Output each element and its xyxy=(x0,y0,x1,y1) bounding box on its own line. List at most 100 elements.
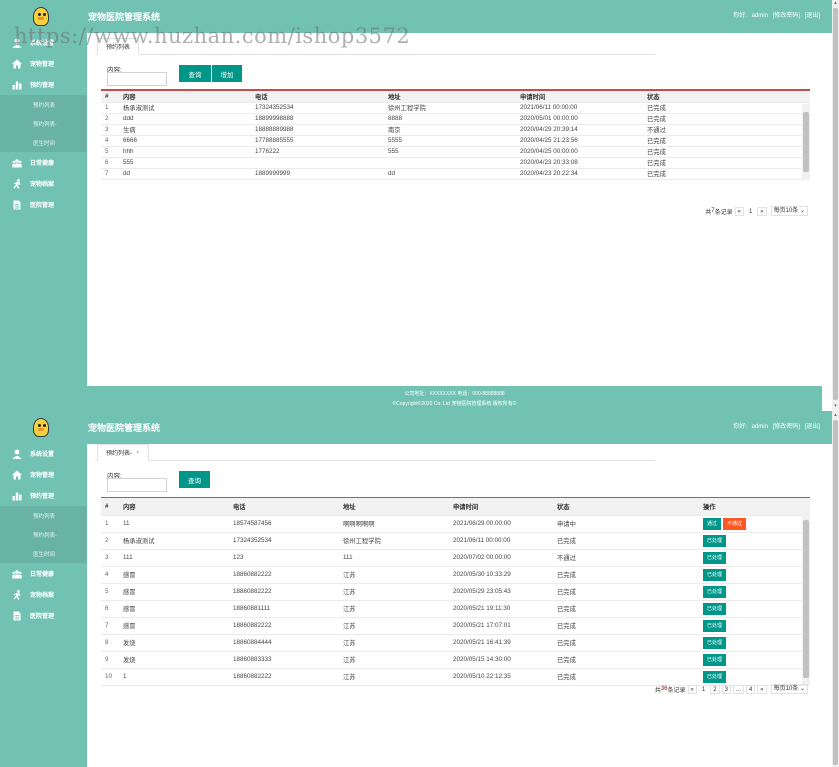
page-size-select[interactable]: 每页10条 ⌄ xyxy=(770,684,808,694)
sidebar-subitem-appointment-list[interactable]: 预约列表 xyxy=(0,95,87,114)
sidebar-item-system-settings[interactable]: 系统设置 xyxy=(0,443,87,464)
sidebar-item-pet-records[interactable]: 宠物档案 xyxy=(0,173,87,194)
processed-button[interactable]: 已处理 xyxy=(703,585,727,598)
processed-button[interactable]: 已处理 xyxy=(703,568,727,581)
sidebar-item-hospital-management[interactable]: 医院管理 xyxy=(0,194,87,215)
table-row[interactable]: 4 感冒 18860882222 江苏 2020/05/30 10:33:29 已完成 已处… xyxy=(101,566,810,584)
prev-page-button[interactable]: « xyxy=(734,206,744,216)
row-apply-time: 2020/05/21 19:11:30 xyxy=(449,600,553,618)
scroll-up-arrow-icon[interactable]: ▴ xyxy=(832,412,839,419)
sidebar-item-daily-health[interactable]: 日常健康 xyxy=(0,152,87,173)
row-status: 已完成 xyxy=(643,102,810,114)
change-password-link[interactable]: [修改密码] xyxy=(773,424,800,430)
page-4-button[interactable]: 4 xyxy=(745,684,756,694)
sidebar-subitem-appointment-list[interactable]: 预约列表 xyxy=(0,506,87,525)
change-password-link[interactable]: [修改密码] xyxy=(773,13,800,19)
table-row[interactable]: 5 感冒 18860882222 江苏 2020/05/29 23:05:43 已完成 已处… xyxy=(101,583,810,601)
table-row[interactable]: 4 6666 17788885555 5555 2020/04/25 21:23:56 已… xyxy=(101,135,810,147)
table-scrollbar[interactable] xyxy=(802,512,810,686)
row-status: 已完成 xyxy=(553,600,699,618)
sidebar-item-pet-management[interactable]: 宠物管理 xyxy=(0,53,87,74)
processed-button[interactable]: 已处理 xyxy=(703,551,727,564)
table-row[interactable]: 3 111 123 111 2020/07/02 00:00:00 不通过 已处理 xyxy=(101,549,810,567)
query-button[interactable]: 查询 xyxy=(179,65,211,82)
processed-button[interactable]: 已处理 xyxy=(703,619,727,632)
reject-button[interactable]: 不通过 xyxy=(723,517,747,530)
row-index: 6 xyxy=(101,157,119,169)
prev-page-button[interactable]: « xyxy=(687,684,697,694)
search-input[interactable] xyxy=(107,478,167,492)
table-row[interactable]: 6 555 2020/04/23 20:33:08 已完成 xyxy=(101,157,810,169)
sidebar-item-pet-management[interactable]: 宠物管理 xyxy=(0,464,87,485)
row-address: 啊啊啊啊啊 xyxy=(339,515,449,533)
processed-button[interactable]: 已处理 xyxy=(703,670,727,683)
row-status: 已完成 xyxy=(643,113,810,125)
processed-button[interactable]: 已处理 xyxy=(703,534,727,547)
sidebar-item-label: 宠物管理 xyxy=(30,473,55,479)
row-apply-time: 2020/05/15 14:30:00 xyxy=(449,651,553,669)
approve-button[interactable]: 通过 xyxy=(703,517,722,530)
user-name: admin xyxy=(751,424,768,430)
column-header-status: 状态 xyxy=(553,498,699,516)
page-ellipsis: ... xyxy=(732,684,744,694)
table-row[interactable]: 7 感冒 18860882222 江苏 2020/05/21 17:07:01 已完成 已处… xyxy=(101,617,810,635)
processed-button[interactable]: 已处理 xyxy=(703,636,727,649)
page-scrollbar[interactable]: ▴ ▾ ▴ xyxy=(832,0,839,767)
scroll-thumb[interactable] xyxy=(833,8,838,400)
scroll-up-arrow-icon[interactable]: ▴ xyxy=(832,0,839,7)
next-page-button[interactable]: » xyxy=(757,684,767,694)
sidebar-item-daily-health[interactable]: 日常健康 xyxy=(0,563,87,584)
page-2-button[interactable]: 2 xyxy=(710,684,720,694)
row-actions: 已处理 xyxy=(699,651,810,669)
sidebar-item-pet-records[interactable]: 宠物档案 xyxy=(0,584,87,605)
table-row[interactable]: 9 发烧 18860883333 江苏 2020/05/15 14:30:00 已完成 已处… xyxy=(101,651,810,669)
scroll-thumb[interactable] xyxy=(833,420,838,765)
search-input[interactable] xyxy=(107,72,167,86)
close-icon[interactable]: × xyxy=(136,450,140,456)
row-apply-time: 2020/05/01 00:00:00 xyxy=(516,113,643,125)
footer-copyright: ©Copyright©2020 Co. Ltd 宠物医院管理系统 版权所有© xyxy=(392,401,517,407)
row-apply-time: 2021/06/29 00:00:00 xyxy=(449,515,553,533)
tab-appointment-list-2[interactable]: 预约列表- × xyxy=(97,444,149,461)
row-phone: 123 xyxy=(229,549,339,567)
logout-link[interactable]: [退出] xyxy=(805,424,820,430)
row-phone: 18899998888 xyxy=(251,113,384,125)
table-row[interactable]: 10 1 18860882222 江苏 2020/05/10 22:12:35 已完成 已处… xyxy=(101,668,810,686)
row-content: dd xyxy=(119,168,251,180)
row-address: 南京 xyxy=(384,124,516,136)
table-row[interactable]: 2 ddd 18899998888 8888 2020/05/01 00:00:00 已完… xyxy=(101,113,810,125)
table-row[interactable]: 6 感冒 18860881111 江苏 2020/05/21 19:11:30 已完成 已处… xyxy=(101,600,810,618)
table-row[interactable]: 2 杨承淑测试 17324352534 徐州工程学院 2021/06/11 00:00:… xyxy=(101,532,810,550)
user-greeting: 你好: xyxy=(733,13,747,19)
sidebar-item-appointment-management[interactable]: 预约管理 xyxy=(0,485,87,506)
table-row[interactable]: 5 hhh 1776222 555 2020/04/25 00:00:00 已完成 xyxy=(101,146,810,158)
user-icon xyxy=(12,449,22,459)
row-index: 5 xyxy=(101,583,119,601)
logout-link[interactable]: [退出] xyxy=(805,13,820,19)
sidebar-subitem-appointment-list-2[interactable]: 预约列表- xyxy=(0,114,87,133)
table-row[interactable]: 1 11 18574587456 啊啊啊啊啊 2021/06/29 00:00:00 申请… xyxy=(101,515,810,533)
table-scrollbar[interactable] xyxy=(802,104,810,180)
scroll-down-arrow-icon[interactable]: ▾ xyxy=(832,403,839,410)
sidebar-subitem-doctor-time[interactable]: 医生时间 xyxy=(0,133,87,152)
table-row[interactable]: 7 dd 1889999999 dd 2020/04/23 20:22:34 已完成 xyxy=(101,168,810,180)
sidebar-subitem-doctor-time[interactable]: 医生时间 xyxy=(0,544,87,563)
document-icon xyxy=(12,611,22,621)
page-3-button[interactable]: 3 xyxy=(721,684,731,694)
page-1-button[interactable]: 1 xyxy=(699,685,708,694)
row-address: 江苏 xyxy=(339,600,449,618)
column-header-actions: 操作 xyxy=(699,498,810,516)
table-row[interactable]: 8 发烧 18860884444 江苏 2020/05/21 16:41:39 已完成 已处… xyxy=(101,634,810,652)
table-row[interactable]: 3 生病 18888889988 南京 2020/04/29 20:39:14 不通过 xyxy=(101,124,810,136)
sidebar-item-appointment-management[interactable]: 预约管理 xyxy=(0,74,87,95)
page-size-select[interactable]: 每页10条 ⌄ xyxy=(770,206,808,216)
processed-button[interactable]: 已处理 xyxy=(703,653,727,666)
sidebar-subitem-appointment-list-2[interactable]: 预约列表- xyxy=(0,525,87,544)
sidebar-item-hospital-management[interactable]: 医院管理 xyxy=(0,605,87,626)
add-button[interactable]: 增加 xyxy=(212,65,242,82)
table-row[interactable]: 1 杨承淑测试 17324352534 徐州工程学院 2021/06/11 00:00:… xyxy=(101,102,810,114)
processed-button[interactable]: 已处理 xyxy=(703,602,727,615)
next-page-button[interactable]: » xyxy=(757,206,767,216)
page-number[interactable]: 1 xyxy=(746,207,755,216)
query-button[interactable]: 查询 xyxy=(179,471,210,488)
